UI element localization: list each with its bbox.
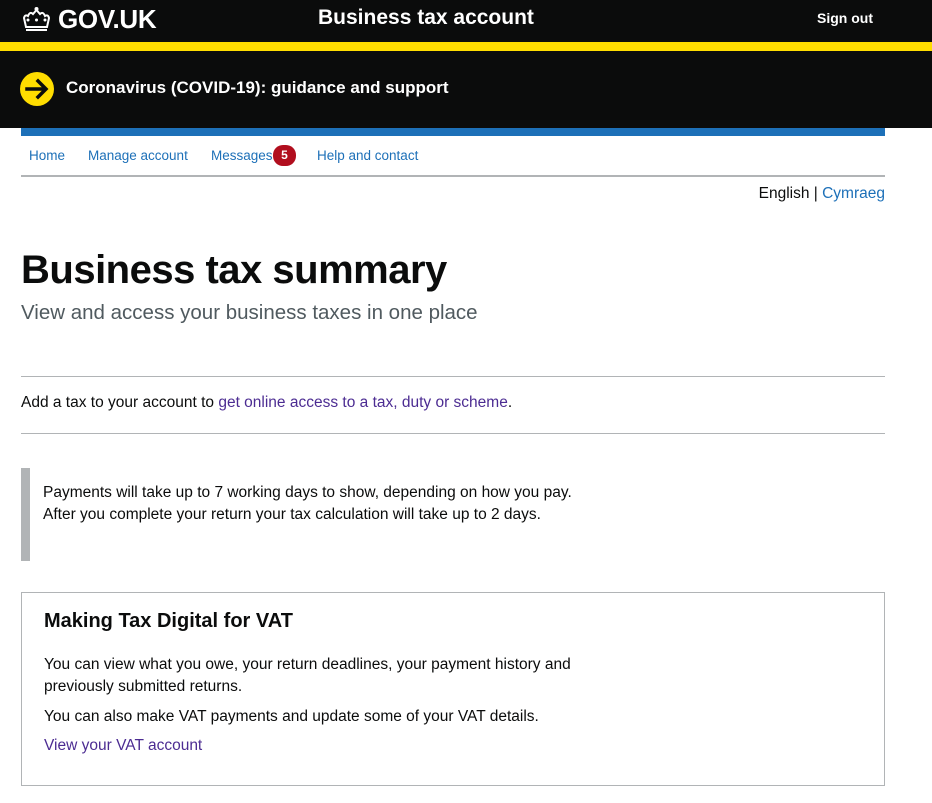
vat-card-payments-text: You can also make VAT payments and updat… xyxy=(44,708,539,725)
language-current: English xyxy=(758,185,810,202)
nav-messages-link[interactable]: Messages xyxy=(211,148,273,163)
nav-help-link[interactable]: Help and contact xyxy=(317,148,418,163)
logo-text: GOV.UK xyxy=(58,4,157,34)
messages-count-badge[interactable]: 5 xyxy=(273,145,296,166)
header-accent-bar xyxy=(0,42,932,51)
section-divider xyxy=(21,376,885,377)
language-welsh-link[interactable]: Cymraeg xyxy=(822,185,885,202)
language-separator: | xyxy=(813,185,818,202)
sign-out-link[interactable]: Sign out xyxy=(817,10,873,26)
page-caption: View and access your business taxes in o… xyxy=(21,301,478,324)
govuk-logo-link[interactable]: GOV.UK xyxy=(21,4,157,35)
payments-inset-text: Payments will take up to 7 working days … xyxy=(21,468,576,561)
online-access-link[interactable]: get online access to a tax, duty or sche… xyxy=(218,394,508,411)
vat-card-heading: Making Tax Digital for VAT xyxy=(44,610,293,632)
nav-home-link[interactable]: Home xyxy=(29,148,65,163)
vat-card-description: You can view what you owe, your return d… xyxy=(44,656,571,695)
site-header: GOV.UK Business tax account Sign out xyxy=(0,0,932,42)
vat-card: Making Tax Digital for VAT You can view … xyxy=(21,592,885,786)
covid-guidance-link[interactable]: Coronavirus (COVID-19): guidance and sup… xyxy=(66,78,449,98)
add-tax-text: Add a tax to your account to get online … xyxy=(21,394,512,412)
payments-notice: Payments will take up to 7 working days … xyxy=(43,484,572,523)
service-accent-bar xyxy=(21,128,885,136)
add-tax-suffix: . xyxy=(507,394,513,411)
arrow-right-circle-icon xyxy=(20,72,54,106)
view-vat-account-link[interactable]: View your VAT account xyxy=(44,737,202,755)
covid-banner: Coronavirus (COVID-19): guidance and sup… xyxy=(0,51,932,128)
service-name[interactable]: Business tax account xyxy=(318,6,534,30)
language-toggle: English | Cymraeg xyxy=(759,185,885,203)
section-divider xyxy=(21,433,885,434)
crown-icon xyxy=(22,7,51,31)
nav-manage-account-link[interactable]: Manage account xyxy=(88,148,188,163)
page-title: Business tax summary xyxy=(21,248,447,292)
account-navigation: Home Manage account Messages 5 Help and … xyxy=(21,136,885,177)
add-tax-prefix: Add a tax to your account to xyxy=(21,394,219,411)
